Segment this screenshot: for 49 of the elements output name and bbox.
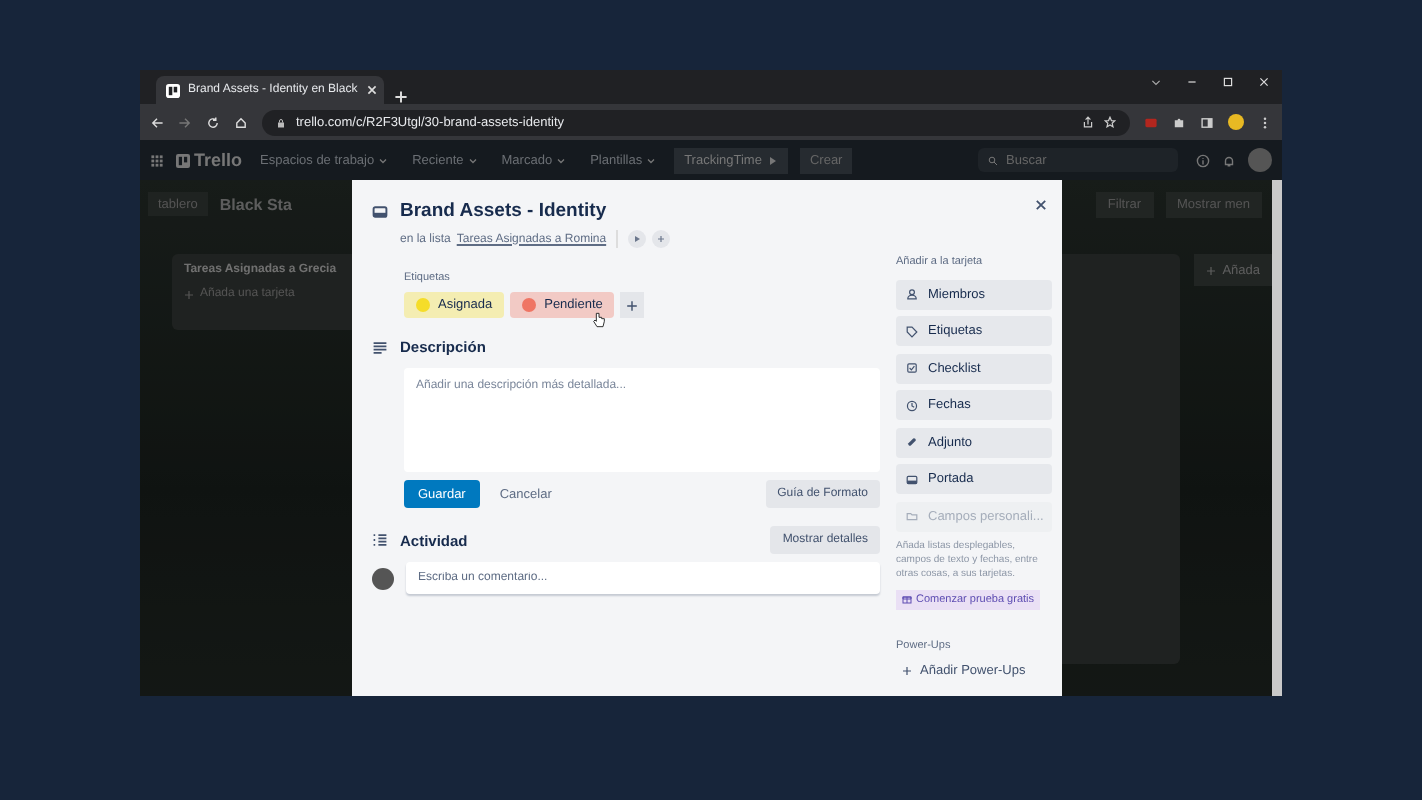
description-icon — [372, 339, 388, 355]
folder-icon — [906, 510, 918, 522]
card-icon — [372, 203, 388, 219]
caret-icon — [467, 155, 478, 165]
caret-icon — [556, 155, 567, 165]
star-icon[interactable] — [1104, 116, 1116, 128]
maximize-icon[interactable] — [1222, 76, 1234, 88]
share-icon[interactable] — [1082, 116, 1094, 128]
plus-icon — [902, 665, 912, 675]
home-icon[interactable] — [234, 115, 248, 129]
add-label-button[interactable] — [620, 292, 645, 318]
play-icon — [767, 155, 778, 165]
board-icon — [166, 83, 180, 97]
gift-icon — [902, 594, 912, 604]
profile-avatar[interactable] — [1228, 114, 1244, 130]
card-title: Brand Assets - Identity — [400, 200, 607, 222]
forward-arrow-icon[interactable] — [178, 115, 192, 129]
activity-icon — [372, 532, 388, 548]
close-icon[interactable] — [1034, 198, 1048, 212]
clock-icon — [906, 399, 918, 411]
bell-icon[interactable] — [1222, 153, 1236, 167]
search-icon — [988, 155, 998, 165]
trello-logo[interactable]: Trello — [176, 150, 243, 170]
plus-icon — [626, 299, 639, 311]
play-icon — [632, 234, 643, 244]
more-vertical-icon[interactable] — [1258, 115, 1272, 129]
hand-cursor-icon — [592, 312, 606, 328]
card-icon — [906, 473, 918, 485]
lock-icon — [276, 117, 286, 127]
plus-icon — [184, 289, 194, 299]
plus-icon — [1206, 265, 1217, 275]
sidebar-icon[interactable] — [1200, 115, 1214, 129]
scrollbar[interactable] — [1272, 180, 1282, 696]
back-arrow-icon[interactable] — [150, 115, 164, 129]
user-avatar — [372, 567, 394, 589]
watch-button[interactable] — [628, 230, 647, 248]
board-title: Black Sta — [219, 195, 292, 213]
info-icon[interactable] — [1196, 153, 1210, 167]
person-icon — [906, 288, 918, 300]
chevron-down-icon[interactable] — [1150, 76, 1162, 88]
checkbox-icon — [906, 362, 918, 374]
reload-icon[interactable] — [206, 115, 220, 129]
plus-icon[interactable] — [394, 90, 408, 104]
tag-icon — [906, 325, 918, 337]
caret-icon — [378, 155, 389, 165]
minimize-icon[interactable] — [1186, 76, 1198, 88]
caret-icon — [646, 155, 657, 165]
app-grid-icon[interactable] — [150, 153, 164, 167]
plus-icon — [656, 234, 667, 244]
